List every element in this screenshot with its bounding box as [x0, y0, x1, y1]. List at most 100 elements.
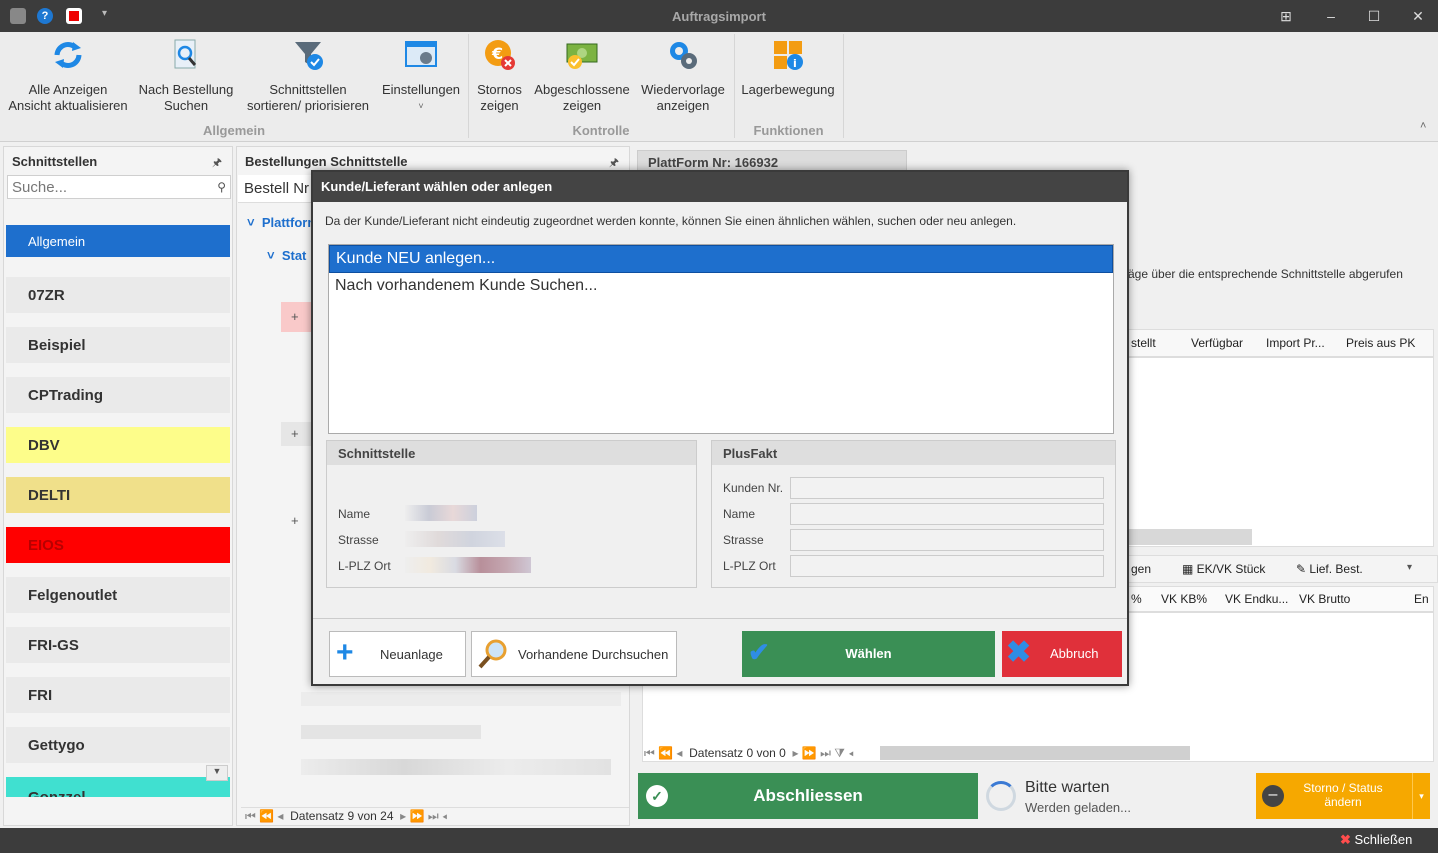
record-navigator[interactable]: ⏮ ⏪ ◂ Datensatz 9 von 24 ▸ ⏩ ⏭ ◂	[241, 807, 629, 825]
record-status: Datensatz 0 von 0	[689, 746, 786, 760]
window-title: Auftragsimport	[672, 9, 766, 24]
tab-supplier-orders[interactable]: ✎ Lief. Best.	[1296, 562, 1363, 576]
choose-button[interactable]: ✔ Wählen	[742, 631, 995, 677]
interface-item[interactable]: FRI-GS	[6, 627, 230, 663]
show-completed-button[interactable]: Abgeschlossene zeigen	[533, 38, 631, 114]
minimize-button[interactable]: –	[1317, 6, 1345, 26]
search-document-icon	[169, 38, 203, 72]
interface-item[interactable]: DBV	[6, 427, 230, 463]
expand-row-button[interactable]: +	[281, 302, 311, 332]
gears-icon	[666, 38, 700, 72]
panel-title: Schnittstellen	[12, 154, 98, 169]
search-existing-button[interactable]: Vorhandene Durchsuchen	[471, 631, 677, 677]
group-row-status[interactable]: ˅ Stat	[267, 248, 306, 263]
collapse-ribbon-icon[interactable]: ˄	[1420, 120, 1426, 132]
grid-header: stellt Verfügbar Import Pr... Preis aus …	[1128, 329, 1434, 357]
show-cancellations-button[interactable]: € Stornos zeigen	[472, 38, 527, 114]
svg-text:i: i	[793, 57, 797, 70]
restore-layout-icon[interactable]: ⊞	[1272, 6, 1300, 26]
scroll-down-button[interactable]: ▼	[206, 765, 228, 781]
tab-strip: gen ▦ EK/VK Stück ✎ Lief. Best. ▾	[1128, 555, 1438, 583]
magnifier-icon	[476, 637, 510, 674]
maximize-button[interactable]: ☐	[1360, 6, 1388, 26]
interface-item[interactable]: CPTrading	[6, 377, 230, 413]
record-navigator[interactable]: ⏮ ⏪ ◂ Datensatz 0 von 0 ▸ ⏩ ⏭ ⧩ ◂	[644, 746, 1434, 762]
sort-interfaces-button[interactable]: Schnittstellen sortieren/ priorisieren	[243, 38, 373, 114]
cancel-button[interactable]: ✖ Abbruch	[1002, 631, 1122, 677]
blurred-street-value	[405, 531, 505, 547]
cancel-x-icon: ✖	[1006, 636, 1032, 669]
wait-title: Bitte warten	[1025, 779, 1110, 796]
svg-text:€: €	[491, 44, 503, 63]
loading-spinner-icon	[986, 781, 1016, 811]
refresh-icon	[51, 38, 85, 72]
expand-row-button[interactable]: +	[281, 422, 311, 446]
tab-dropdown-icon[interactable]: ▾	[1407, 562, 1412, 573]
blurred-row	[301, 692, 621, 706]
name-field[interactable]	[790, 503, 1104, 525]
customer-no-field[interactable]	[790, 477, 1104, 499]
expand-row-button[interactable]: +	[291, 513, 299, 528]
dialog-title: Kunde/Lieferant wählen oder anlegen	[313, 172, 1127, 202]
minus-icon: –	[1262, 785, 1284, 807]
storno-status-button[interactable]: – Storno / Status ändern ▾	[1256, 773, 1430, 819]
finish-button[interactable]: ✓ Abschliessen	[638, 773, 978, 819]
dropdown-icon[interactable]: ▾	[1412, 773, 1430, 819]
title-bar: ? ▾ Auftragsimport ⊞ – ☐ ✕	[0, 0, 1438, 32]
group-label-functions: Funktionen	[753, 123, 824, 138]
pin-icon[interactable]: 🖈	[212, 154, 222, 173]
horizontal-scrollbar[interactable]	[1128, 529, 1252, 545]
refresh-all-button[interactable]: Alle Anzeigen Ansicht aktualisieren	[8, 38, 128, 114]
hint-text: äge über die entsprechende Schnittstelle…	[1128, 267, 1403, 281]
check-icon: ✓	[646, 785, 668, 807]
group-label-control: Kontrolle	[572, 123, 630, 138]
close-window-button[interactable]: ✕	[1404, 6, 1432, 26]
street-field[interactable]	[790, 529, 1104, 551]
interface-item[interactable]: Gettygo	[6, 727, 230, 763]
interfaces-panel: Schnittstellen 🖈 Suche... ⚲ Allgemein 07ZR…	[3, 146, 233, 826]
grid-body	[1128, 357, 1434, 547]
show-resubmission-button[interactable]: Wiedervorlage anzeigen	[636, 38, 730, 114]
stock-grid-icon: i	[771, 38, 805, 72]
tab-ek-vk[interactable]: ▦ EK/VK Stück	[1182, 562, 1265, 576]
wait-subtitle: Werden geladen...	[1025, 800, 1131, 815]
footer-bar: ✖ Schließen	[0, 828, 1438, 853]
interface-item[interactable]: FRI	[6, 677, 230, 713]
stock-movement-button[interactable]: i Lagerbewegung	[740, 38, 836, 98]
interface-item[interactable]: Beispiel	[6, 327, 230, 363]
money-check-icon	[565, 38, 599, 72]
close-app-button[interactable]: ✖ Schließen	[1340, 832, 1412, 848]
city-field[interactable]	[790, 555, 1104, 577]
settings-window-icon	[404, 38, 438, 72]
interface-item[interactable]: Gonzzel	[6, 777, 230, 797]
interface-item[interactable]: Allgemein	[6, 225, 230, 257]
group-label-general: Allgemein	[202, 123, 266, 138]
plus-icon: +	[336, 636, 354, 669]
blurred-row	[301, 759, 611, 775]
interface-item[interactable]: 07ZR	[6, 277, 230, 313]
interface-item[interactable]: DELTI	[6, 477, 230, 513]
grid2-header: % VK KB% VK Endku... VK Brutto En	[1128, 586, 1434, 612]
interface-item[interactable]: Felgenoutlet	[6, 577, 230, 613]
option-list: Kunde NEU anlegen... Nach vorhandenem Ku…	[328, 244, 1114, 434]
group-row-platform[interactable]: ˅ Plattform	[247, 215, 319, 230]
search-input[interactable]: Suche... ⚲	[7, 175, 231, 199]
dialog-info-text: Da der Kunde/Lieferant nicht eindeutig z…	[325, 214, 1017, 228]
blurred-name-value	[405, 505, 477, 521]
plusfakt-data-group: PlusFakt Kunden Nr. Name Strasse L-PLZ O…	[711, 440, 1116, 588]
search-order-button[interactable]: Nach Bestellung Suchen	[136, 38, 236, 114]
filter-check-icon	[291, 38, 325, 72]
new-entry-button[interactable]: + Neuanlage	[329, 631, 466, 677]
interface-item[interactable]: EIOS	[6, 527, 230, 563]
close-icon: ✖	[1340, 832, 1351, 847]
euro-cancel-icon: €	[483, 38, 517, 72]
blurred-city-value	[405, 557, 531, 573]
interface-data-group: Schnittstelle Name Strasse L-PLZ Ort	[326, 440, 697, 588]
option-search-customer[interactable]: Nach vorhandenem Kunde Suchen...	[329, 273, 1113, 301]
blurred-row	[301, 725, 481, 739]
tab-prices[interactable]: gen	[1131, 562, 1151, 576]
horizontal-scrollbar[interactable]	[880, 746, 1190, 760]
settings-button[interactable]: Einstellungen ˅	[380, 38, 462, 114]
record-status: Datensatz 9 von 24	[290, 809, 394, 823]
option-new-customer[interactable]: Kunde NEU anlegen...	[329, 245, 1113, 273]
